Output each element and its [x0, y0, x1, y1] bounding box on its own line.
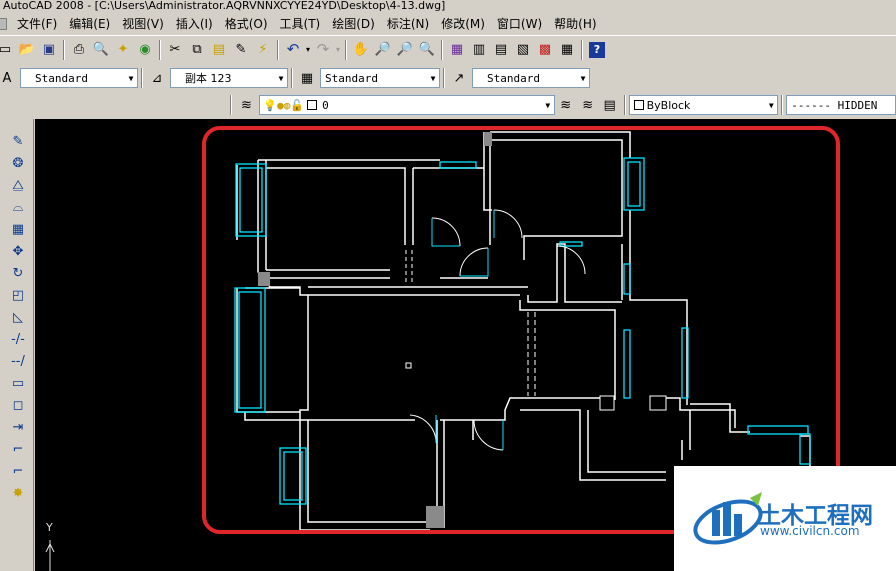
scale-icon[interactable]: ◰ — [8, 285, 28, 305]
menu-dimension[interactable]: 标注(N) — [381, 14, 435, 34]
join-icon[interactable]: ⇥ — [8, 417, 28, 437]
tool-palettes-icon[interactable]: ▤ — [490, 39, 512, 61]
properties-icon[interactable]: ▦ — [446, 39, 468, 61]
zoom-realtime-icon[interactable]: 🔎 — [372, 39, 394, 61]
menu-edit[interactable]: 编辑(E) — [63, 14, 116, 34]
matchprop-icon[interactable]: ✎ — [230, 39, 252, 61]
undo-dropdown-icon[interactable]: ▾ — [304, 39, 312, 61]
rotate-icon[interactable]: ↻ — [8, 263, 28, 283]
menu-draw[interactable]: 绘图(D) — [326, 14, 381, 34]
markup-icon[interactable]: ▩ — [534, 39, 556, 61]
columns — [258, 132, 667, 528]
redo-icon[interactable]: ↷ — [312, 39, 334, 61]
layer-on-icon: 💡 — [263, 98, 278, 112]
styles-toolbar: A Standard ▼ ⊿ 副本 123 ▼ ▦ Standard ▼ ↗ Stan… — [0, 64, 896, 92]
block-editor-icon[interactable]: ⚡ — [252, 39, 274, 61]
multileader-style-icon: ↗ — [453, 70, 465, 86]
ucs-icon — [45, 540, 55, 571]
publish-icon[interactable]: ✦ — [112, 39, 134, 61]
move-icon[interactable]: ✥ — [8, 241, 28, 261]
sheet-set-icon[interactable]: ▧ — [512, 39, 534, 61]
trim-icon[interactable]: -/- — [8, 329, 28, 349]
color-swatch — [633, 100, 644, 110]
menu-help[interactable]: 帮助(H) — [548, 14, 602, 34]
design-center-icon[interactable]: ▥ — [468, 39, 490, 61]
window-title: AutoCAD 2008 - [C:\Users\Administrator.A… — [0, 0, 896, 14]
multileader-style-select[interactable]: Standard ▼ — [472, 68, 590, 88]
menu-view[interactable]: 视图(V) — [116, 14, 170, 34]
print-icon[interactable]: ⎙ — [68, 39, 90, 61]
stretch-icon[interactable]: ◺ — [8, 307, 28, 327]
layer-manager-icon[interactable]: ≋ — [235, 94, 257, 116]
menu-window[interactable]: 窗口(W) — [491, 14, 548, 34]
3d-dwf-icon[interactable]: ◉ — [134, 39, 156, 61]
explode-icon-2[interactable]: ✸ — [8, 483, 28, 503]
undo-icon[interactable]: ↶ — [282, 39, 304, 61]
chamfer-icon[interactable]: ◻ — [8, 395, 28, 415]
dim-style-icon: ⊿ — [151, 70, 163, 86]
menu-format[interactable]: 格式(O) — [219, 14, 274, 34]
menu-insert[interactable]: 插入(I) — [170, 14, 219, 34]
make-current-layer-icon[interactable]: ≋ — [555, 94, 577, 116]
linetype-select[interactable]: ------ HIDDEN — [786, 95, 896, 115]
text-style-select[interactable]: Standard ▼ — [20, 68, 138, 88]
menu-bar: 文件(F) 编辑(E) 视图(V) 插入(I) 格式(O) 工具(T) 绘图(D… — [0, 14, 896, 34]
windows — [234, 157, 811, 505]
layer-color-swatch — [307, 100, 318, 110]
zoom-window-icon[interactable]: 🔎 — [394, 39, 416, 61]
modify-toolbar: ✎ ❂ ⧋ ⌓ ▦ ✥ ↻ ◰ ◺ -/- --/ ▭ ◻ ⇥ ⌐ ⌐ ✸ — [0, 119, 34, 571]
zoom-previous-icon[interactable]: 🔍 — [416, 39, 438, 61]
watermark-url: www.civilcn.com — [760, 524, 860, 538]
text-style-icon: A — [2, 70, 12, 86]
open-icon[interactable]: 📂 — [16, 39, 38, 61]
table-style-icon: ▦ — [300, 70, 314, 86]
extend-icon[interactable]: --/ — [8, 351, 28, 371]
menu-tools[interactable]: 工具(T) — [274, 14, 327, 34]
mirror-icon[interactable]: ⧋ — [8, 175, 28, 195]
layer-viewport-freeze-icon: ◍ — [283, 98, 291, 112]
door-swings — [405, 209, 586, 451]
menu-modify[interactable]: 修改(M) — [435, 14, 491, 34]
menu-file[interactable]: 文件(F) — [11, 14, 63, 34]
redo-dropdown-icon[interactable]: ▾ — [334, 39, 342, 61]
copy-object-icon[interactable]: ❂ — [8, 153, 28, 173]
erase-icon[interactable]: ✎ — [8, 131, 28, 151]
color-select[interactable]: ByBlock ▼ — [628, 95, 779, 115]
layer-select[interactable]: 💡 ● ◍ 🔓 0 ▼ — [259, 95, 555, 115]
app-menu-icon[interactable] — [0, 18, 7, 30]
cut-icon[interactable]: ✂ — [164, 39, 186, 61]
layers-toolbar: ≋ 💡 ● ◍ 🔓 0 ▼ ≋ ≋ ▤ ByBlock ▼ ------ HID… — [0, 92, 896, 118]
break-icon[interactable]: ▭ — [8, 373, 28, 393]
offset-icon[interactable]: ⌓ — [8, 197, 28, 217]
calculator-icon[interactable]: ▦ — [556, 39, 578, 61]
preview-icon[interactable]: 🔍 — [90, 39, 112, 61]
explode-icon[interactable]: ⌐ — [8, 461, 28, 481]
layer-freeze-icon: ● — [277, 98, 284, 112]
paste-icon[interactable]: ▤ — [208, 39, 230, 61]
table-style-select[interactable]: Standard ▼ — [320, 68, 440, 88]
layer-states-icon[interactable]: ▤ — [599, 94, 621, 116]
array-icon[interactable]: ▦ — [8, 219, 28, 239]
standard-toolbar: ▭ 📂 ▣ ⎙ 🔍 ✦ ◉ ✂ ⧉ ▤ ✎ ⚡ ↶ ▾ ↷ ▾ ✋ 🔎 🔎 🔍 … — [0, 35, 896, 63]
dim-style-select[interactable]: 副本 123 ▼ — [170, 68, 288, 88]
new-icon[interactable]: ▭ — [0, 39, 16, 61]
fillet-icon[interactable]: ⌐ — [8, 439, 28, 459]
layer-previous-icon[interactable]: ≋ — [577, 94, 599, 116]
help-icon[interactable]: ? — [589, 41, 605, 58]
copy-icon[interactable]: ⧉ — [186, 39, 208, 61]
save-icon[interactable]: ▣ — [38, 39, 60, 61]
pan-icon[interactable]: ✋ — [350, 39, 372, 61]
layer-lock-icon: 🔓 — [290, 98, 305, 112]
ucs-y-label: Y — [46, 521, 53, 534]
